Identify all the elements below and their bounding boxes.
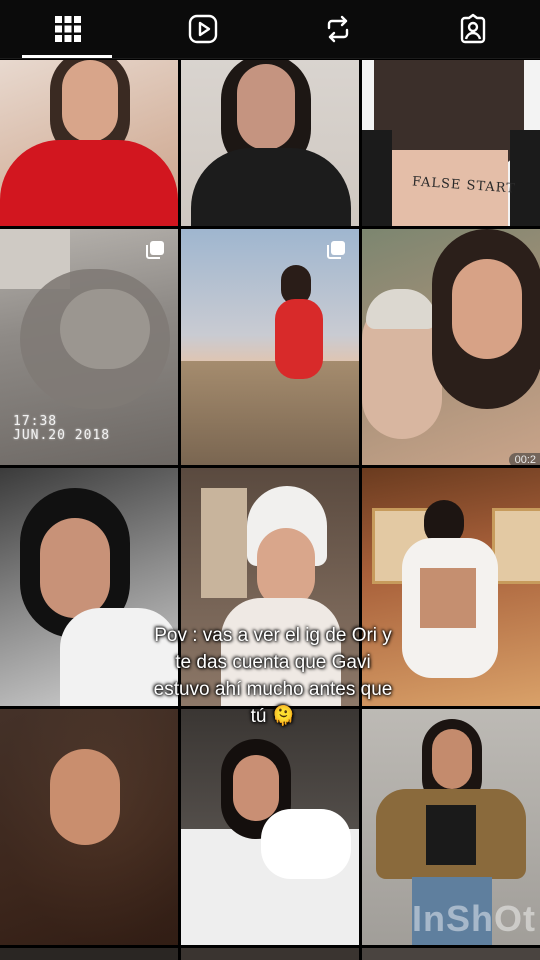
grid-post[interactable]: 17:38 JUN.20 2018 [0, 229, 178, 465]
grid-post[interactable] [181, 948, 359, 960]
grid-post[interactable]: 00:2 [362, 229, 540, 465]
grid-icon [54, 16, 81, 42]
grid-post[interactable] [181, 709, 359, 945]
grid-post[interactable]: FALSE START [362, 60, 540, 226]
reels-play-icon [188, 14, 217, 44]
caption-line: estuvo ahí mucho antes que [153, 679, 393, 700]
grid-post[interactable] [362, 948, 540, 960]
caption-line: te das cuenta que Gavi [175, 652, 371, 673]
grid-post[interactable] [181, 229, 359, 465]
grid-post[interactable] [0, 948, 178, 960]
tagged-person-icon [460, 13, 485, 44]
repost-icon [327, 15, 348, 43]
caption-line: Pov : vas a ver el ig de Ori y [154, 625, 392, 646]
multi-photo-icon [327, 241, 345, 259]
caption-line: tú 🫠 [250, 706, 296, 727]
multi-photo-icon [146, 241, 164, 259]
photo-grid: FALSE START 17:38 JUN.20 2018 00:2 [0, 60, 540, 960]
profile-tab-bar [0, 0, 540, 59]
grid-post[interactable] [181, 60, 359, 226]
photo-timestamp: 17:38 JUN.20 2018 [13, 414, 111, 443]
active-tab-indicator [22, 55, 112, 58]
video-duration: 00:2 [508, 453, 540, 465]
video-caption-overlay: Pov : vas a ver el ig de Ori y te das cu… [118, 622, 428, 730]
tab-reels[interactable] [135, 0, 270, 58]
tab-reposts[interactable] [270, 0, 405, 58]
grid-post[interactable] [0, 709, 178, 945]
grid-post[interactable] [0, 60, 178, 226]
tab-tagged[interactable] [405, 0, 540, 58]
tab-grid[interactable] [0, 0, 135, 58]
inshot-watermark: InShOt [412, 898, 536, 939]
